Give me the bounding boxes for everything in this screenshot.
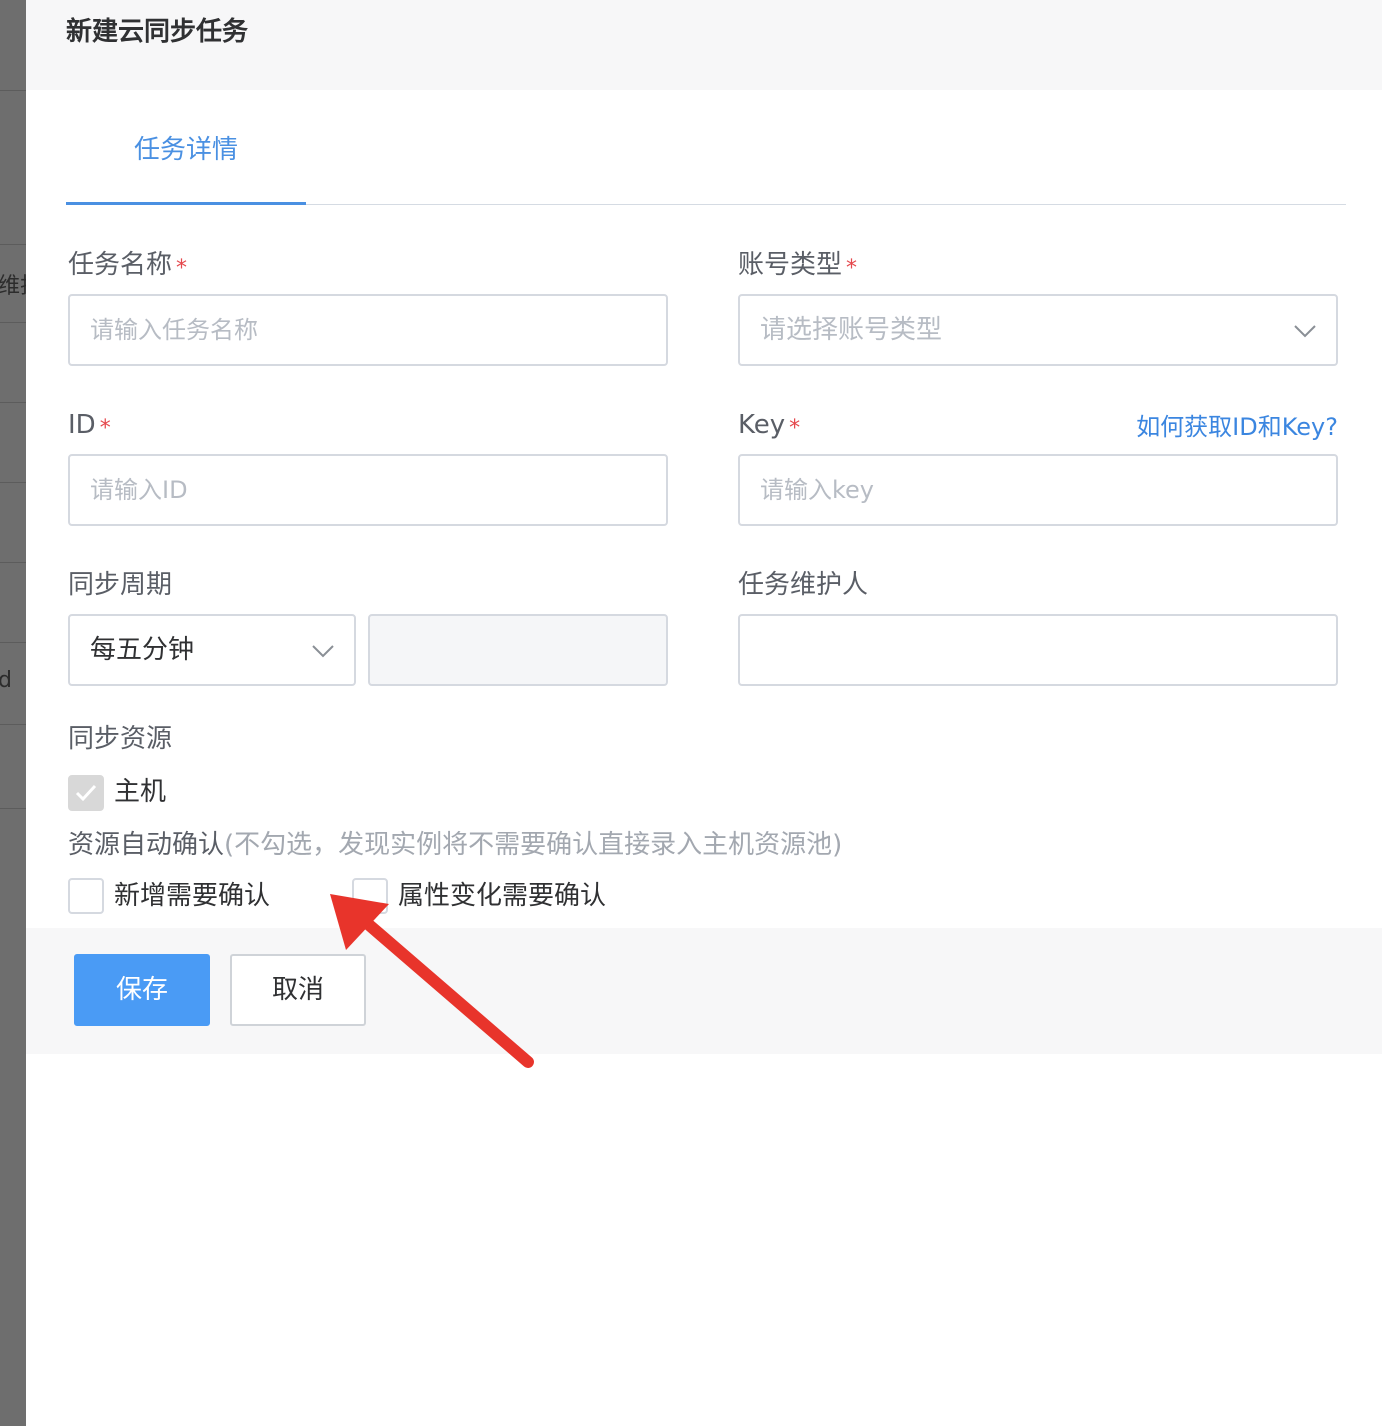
sync-period-value: 每五分钟	[90, 635, 195, 665]
account-type-placeholder: 请选择账号类型	[760, 315, 943, 345]
sync-period-label: 同步周期	[68, 570, 173, 600]
tab-task-details[interactable]: 任务详情	[66, 120, 306, 206]
id-input[interactable]	[68, 454, 668, 526]
key-label: Key *	[738, 408, 800, 446]
host-checkbox	[68, 775, 104, 811]
divider	[0, 402, 26, 403]
how-to-get-id-key-link[interactable]: 如何获取ID和Key?	[1136, 410, 1338, 444]
required-mark: *	[846, 256, 858, 281]
divider	[0, 244, 26, 245]
new-needs-confirm-label[interactable]: 新增需要确认	[114, 879, 270, 913]
required-mark: *	[176, 256, 188, 281]
maintainer-label: 任务维护人	[738, 570, 869, 600]
attr-change-needs-confirm-checkbox[interactable]	[352, 878, 388, 914]
required-mark: *	[99, 416, 111, 441]
background-page-strip: 维护 d	[0, 0, 26, 1426]
account-type-label-text: 账号类型	[738, 250, 843, 280]
required-mark: *	[789, 416, 801, 441]
create-sync-task-dialog: 新建云同步任务 任务详情 任务名称* 账号类型* 请选择账号类型 ID* Key…	[26, 0, 1382, 1426]
divider	[0, 322, 26, 323]
task-name-label: 任务名称 *	[68, 248, 187, 286]
chevron-down-icon	[312, 645, 334, 658]
maintainer-input[interactable]	[738, 614, 1338, 686]
task-name-label-text: 任务名称	[68, 250, 173, 280]
chevron-down-icon	[1294, 325, 1316, 338]
background-text-fragment: 维护	[0, 274, 26, 299]
check-icon	[75, 784, 97, 802]
dialog-title: 新建云同步任务	[66, 17, 249, 47]
task-name-input[interactable]	[68, 294, 668, 366]
dialog-header: 新建云同步任务	[26, 0, 1382, 90]
account-type-label: 账号类型 *	[738, 248, 857, 286]
divider	[0, 562, 26, 563]
divider	[0, 482, 26, 483]
background-text-fragment: d	[0, 668, 12, 693]
tab-active-indicator	[66, 202, 306, 205]
divider	[0, 642, 26, 643]
new-needs-confirm-checkbox[interactable]	[68, 878, 104, 914]
key-label-text: Key	[738, 410, 786, 440]
save-button[interactable]: 保存	[74, 954, 210, 1026]
sync-resource-label: 同步资源	[68, 724, 173, 754]
attr-change-needs-confirm-label[interactable]: 属性变化需要确认	[398, 879, 606, 913]
divider	[0, 90, 26, 91]
id-label-text: ID	[68, 410, 96, 440]
host-checkbox-label: 主机	[114, 777, 167, 807]
divider	[0, 808, 26, 809]
cancel-button[interactable]: 取消	[230, 954, 366, 1026]
sync-period-detail-input	[368, 614, 668, 686]
id-label: ID *	[68, 408, 111, 446]
auto-confirm-label: 资源自动确认(不勾选，发现实例将不需要确认直接录入主机资源池)	[68, 828, 842, 862]
dialog-footer: 保存 取消	[26, 928, 1382, 1054]
divider	[0, 724, 26, 725]
auto-confirm-label-text: 资源自动确认	[68, 830, 225, 860]
key-input[interactable]	[738, 454, 1338, 526]
account-type-select[interactable]: 请选择账号类型	[738, 294, 1338, 366]
sync-period-select[interactable]: 每五分钟	[68, 614, 356, 686]
auto-confirm-hint: (不勾选，发现实例将不需要确认直接录入主机资源池)	[224, 830, 843, 860]
